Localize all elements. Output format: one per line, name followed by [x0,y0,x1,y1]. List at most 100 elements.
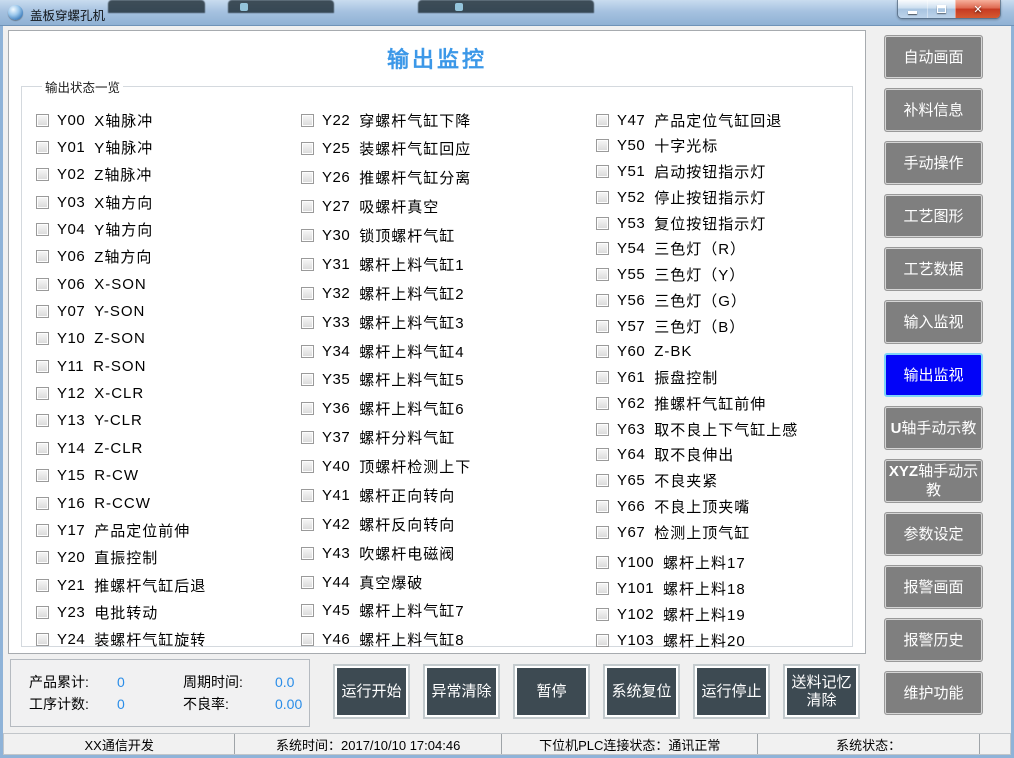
checkbox-Y50[interactable] [596,139,609,152]
sidebar-button-0[interactable]: 自动画面 [884,35,983,79]
checkbox-Y23[interactable] [36,606,49,619]
checkbox-Y26[interactable] [301,171,314,184]
checkbox-Y14[interactable] [36,442,49,455]
sidebar-button-7[interactable]: U轴手动示教 [884,406,983,450]
checkbox-Y44[interactable] [301,576,314,589]
output-row-Y66[interactable]: Y66不良上顶夹嘴 [596,496,852,516]
action-button-4[interactable]: 运行停止 [693,664,770,719]
checkbox-Y17[interactable] [36,524,49,537]
checkbox-Y25[interactable] [301,142,314,155]
output-row-Y54[interactable]: Y54三色灯（R） [596,239,852,259]
output-row-Y00[interactable]: Y00X轴脉冲 [36,110,301,130]
checkbox-Y41[interactable] [301,489,314,502]
action-button-0[interactable]: 运行开始 [333,664,410,719]
checkbox-Y02[interactable] [36,168,49,181]
output-row-Y35[interactable]: Y35螺杆上料气缸5 [301,370,596,390]
output-row-Y07[interactable]: Y07Y-SON [36,302,301,322]
checkbox-Y35[interactable] [301,373,314,386]
action-button-1[interactable]: 异常清除 [423,664,500,719]
checkbox-Y30[interactable] [301,229,314,242]
output-row-Y17[interactable]: Y17产品定位前伸 [36,520,301,540]
checkbox-Y56[interactable] [596,294,609,307]
output-row-Y56[interactable]: Y56三色灯（G） [596,290,852,310]
checkbox-Y64[interactable] [596,448,609,461]
checkbox-Y13[interactable] [36,414,49,427]
sidebar-button-8[interactable]: XYZ轴手动示教 [884,459,983,503]
output-row-Y41[interactable]: Y41螺杆正向转向 [301,485,596,505]
checkbox-Y101[interactable] [596,582,609,595]
output-row-Y101[interactable]: Y101螺杆上料18 [596,579,852,599]
action-button-5[interactable]: 送料记忆清除 [783,664,860,719]
sidebar-button-2[interactable]: 手动操作 [884,141,983,185]
output-row-Y33[interactable]: Y33螺杆上料气缸3 [301,312,596,332]
output-row-Y62[interactable]: Y62推螺杆气缸前伸 [596,393,852,413]
output-row-Y14[interactable]: Y14Z-CLR [36,438,301,458]
checkbox-Y21[interactable] [36,579,49,592]
sidebar-button-1[interactable]: 补料信息 [884,88,983,132]
output-row-Y40[interactable]: Y40顶螺杆检测上下 [301,457,596,477]
checkbox-Y57[interactable] [596,320,609,333]
checkbox-Y34[interactable] [301,345,314,358]
output-row-Y25[interactable]: Y25装螺杆气缸回应 [301,139,596,159]
checkbox-Y11[interactable] [36,360,49,373]
sidebar-button-4[interactable]: 工艺数据 [884,247,983,291]
output-row-Y51[interactable]: Y51启动按钮指示灯 [596,162,852,182]
checkbox-Y24[interactable] [36,633,49,646]
output-row-Y24[interactable]: Y24装螺杆气缸旋转 [36,630,301,650]
checkbox-Y01[interactable] [36,141,49,154]
checkbox-Y16[interactable] [36,497,49,510]
output-row-Y16[interactable]: Y16R-CCW [36,493,301,513]
checkbox-Y15[interactable] [36,469,49,482]
output-row-Y67[interactable]: Y67检测上顶气缸 [596,522,852,542]
checkbox-Y67[interactable] [596,526,609,539]
output-row-Y100[interactable]: Y100螺杆上料17 [596,553,852,573]
checkbox-Y31[interactable] [301,258,314,271]
checkbox-Y10[interactable] [36,332,49,345]
output-row-Y63[interactable]: Y63取不良上下气缸上感 [596,419,852,439]
output-row-Y61[interactable]: Y61振盘控制 [596,368,852,388]
output-row-Y21[interactable]: Y21推螺杆气缸后退 [36,575,301,595]
checkbox-Y22[interactable] [301,114,314,127]
output-row-Y60[interactable]: Y60Z-BK [596,342,852,362]
close-button[interactable]: ✕ [955,0,1000,18]
sidebar-button-6[interactable]: 输出监视 [884,353,983,397]
checkbox-Y06[interactable] [36,278,49,291]
output-row-Y34[interactable]: Y34螺杆上料气缸4 [301,341,596,361]
output-row-Y20[interactable]: Y20直振控制 [36,548,301,568]
sidebar-button-5[interactable]: 输入监视 [884,300,983,344]
output-row-Y23[interactable]: Y23电批转动 [36,602,301,622]
output-row-Y103[interactable]: Y103螺杆上料20 [596,630,852,650]
checkbox-Y43[interactable] [301,547,314,560]
checkbox-Y54[interactable] [596,242,609,255]
output-row-Y52[interactable]: Y52停止按钮指示灯 [596,187,852,207]
output-row-Y46[interactable]: Y46螺杆上料气缸8 [301,630,596,650]
checkbox-Y36[interactable] [301,402,314,415]
checkbox-Y103[interactable] [596,634,609,647]
checkbox-Y51[interactable] [596,165,609,178]
checkbox-Y46[interactable] [301,633,314,646]
checkbox-Y40[interactable] [301,460,314,473]
checkbox-Y66[interactable] [596,500,609,513]
output-row-Y12[interactable]: Y12X-CLR [36,384,301,404]
checkbox-Y65[interactable] [596,474,609,487]
output-row-Y02[interactable]: Y02Z轴脉冲 [36,165,301,185]
checkbox-Y07[interactable] [36,305,49,318]
sidebar-button-12[interactable]: 维护功能 [884,671,983,715]
output-row-Y10[interactable]: Y10Z-SON [36,329,301,349]
output-row-Y47[interactable]: Y47产品定位气缸回退 [596,110,852,130]
sidebar-button-10[interactable]: 报警画面 [884,565,983,609]
checkbox-Y32[interactable] [301,287,314,300]
action-button-3[interactable]: 系统复位 [603,664,680,719]
checkbox-Y04[interactable] [36,223,49,236]
output-row-Y65[interactable]: Y65不良夹紧 [596,471,852,491]
checkbox-Y52[interactable] [596,191,609,204]
output-row-Y55[interactable]: Y55三色灯（Y） [596,265,852,285]
output-row-Y22[interactable]: Y22穿螺杆气缸下降 [301,110,596,130]
checkbox-Y06[interactable] [36,250,49,263]
checkbox-Y42[interactable] [301,518,314,531]
output-row-Y01[interactable]: Y01Y轴脉冲 [36,137,301,157]
output-row-Y30[interactable]: Y30锁顶螺杆气缸 [301,226,596,246]
output-row-Y64[interactable]: Y64取不良伸出 [596,445,852,465]
output-row-Y15[interactable]: Y15R-CW [36,466,301,486]
output-row-Y36[interactable]: Y36螺杆上料气缸6 [301,399,596,419]
